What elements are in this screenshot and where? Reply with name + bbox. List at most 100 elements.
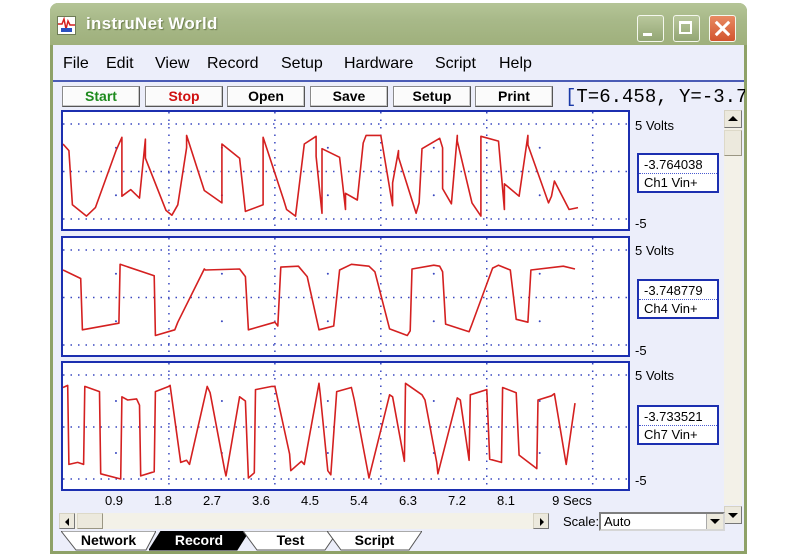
tab-record[interactable]: Record	[149, 531, 249, 551]
plot-ch7[interactable]	[61, 361, 630, 491]
scale-value: Auto	[604, 514, 631, 529]
x-tick: 3.6	[251, 493, 271, 508]
grid-dot	[114, 272, 117, 275]
menu-edit[interactable]: Edit	[106, 55, 134, 73]
scale-dropdown[interactable]: Auto	[599, 512, 725, 531]
grid-dot	[538, 452, 541, 454]
grid-dot	[114, 320, 117, 323]
trace-ch1-vin-	[63, 134, 579, 217]
x-tick: 1.8	[153, 493, 173, 508]
x-tick: 8.1	[496, 493, 516, 508]
scale-dropdown-button[interactable]	[706, 514, 723, 529]
menu-help[interactable]: Help	[499, 55, 532, 73]
x-tick: 5.4	[349, 493, 369, 508]
menu-bar: File Edit View Record Setup Hardware Scr…	[53, 45, 744, 82]
stop-button[interactable]: Stop	[145, 86, 223, 107]
ch7-name: Ch7 Vin+	[644, 427, 698, 442]
chevron-down-icon	[710, 519, 720, 524]
menu-hardware[interactable]: Hardware	[344, 55, 413, 73]
grid-dot	[114, 452, 117, 454]
grid-dot	[326, 452, 329, 454]
tab-test[interactable]: Test	[243, 531, 338, 551]
ch1-value-box[interactable]: -3.764038 Ch1 Vin+	[637, 153, 719, 193]
plot-ch7-canvas[interactable]	[63, 363, 628, 489]
ch7-ymin-label: -5	[635, 473, 647, 488]
tab-script[interactable]: Script	[327, 531, 422, 551]
horizontal-scrollbar[interactable]	[59, 513, 549, 529]
grid-dot	[326, 146, 329, 149]
print-button[interactable]: Print	[475, 86, 553, 107]
horizontal-scroll-thumb[interactable]	[77, 513, 103, 529]
grid-dot	[538, 320, 541, 323]
ch4-value-box[interactable]: -3.748779 Ch4 Vin+	[637, 279, 719, 319]
ch4-value: -3.748779	[644, 283, 703, 298]
ch4-ymax-label: 5 Volts	[635, 243, 675, 258]
menu-record[interactable]: Record	[207, 55, 259, 73]
grid-dot	[432, 194, 435, 197]
x-tick: 7.2	[447, 493, 467, 508]
menu-file[interactable]: File	[63, 55, 89, 73]
divider	[639, 299, 717, 300]
ch1-name: Ch1 Vin+	[644, 175, 698, 190]
scroll-left-button[interactable]	[59, 513, 75, 529]
scroll-right-button[interactable]	[533, 513, 549, 529]
ch4-ymin-label: -5	[635, 343, 647, 358]
grid-dot	[326, 194, 329, 197]
plot-ch4[interactable]	[61, 236, 630, 357]
setup-button[interactable]: Setup	[393, 86, 471, 107]
app-window: instruNet World File Edit View Record Se…	[50, 3, 747, 554]
toolbar: Start Stop Open Save Setup Print [T=6.45…	[53, 83, 745, 111]
grid-dot	[114, 400, 117, 402]
close-button[interactable]	[709, 15, 736, 42]
trace-ch4-vin-	[63, 263, 576, 337]
tab-network[interactable]: Network	[61, 531, 156, 551]
title-bar[interactable]: instruNet World	[50, 3, 747, 45]
grid-dot	[220, 400, 223, 402]
arrow-left-icon	[65, 518, 69, 526]
ch1-ymin-label: -5	[635, 216, 647, 231]
tab-bar: Network Record Test Script	[61, 531, 461, 551]
ch7-value-box[interactable]: -3.733521 Ch7 Vin+	[637, 405, 719, 445]
grid-dot	[432, 400, 435, 402]
ch1-value: -3.764038	[644, 157, 703, 172]
menu-setup[interactable]: Setup	[281, 55, 323, 73]
x-tick: 4.5	[300, 493, 320, 508]
plot-ch4-canvas[interactable]	[63, 238, 628, 355]
app-icon[interactable]	[57, 16, 76, 35]
plot-ch1[interactable]	[61, 110, 630, 231]
arrow-right-icon	[540, 518, 544, 526]
grid-dot	[220, 272, 223, 275]
save-button[interactable]: Save	[310, 86, 388, 107]
ch7-value: -3.733521	[644, 409, 703, 424]
arrow-up-icon	[728, 116, 738, 121]
ch7-ymax-label: 5 Volts	[635, 368, 675, 383]
grid-dot	[326, 400, 329, 402]
ch4-name: Ch4 Vin+	[644, 301, 698, 316]
grid-dot	[538, 194, 541, 197]
grid-dot	[432, 320, 435, 323]
cursor-readout: [T=6.458, Y=-3.7	[565, 85, 745, 109]
ch1-ymax-label: 5 Volts	[635, 118, 675, 133]
x-tick: 0.9	[104, 493, 124, 508]
start-button[interactable]: Start	[62, 86, 140, 107]
menu-script[interactable]: Script	[435, 55, 476, 73]
grid-dot	[326, 320, 329, 323]
grid-dot	[538, 272, 541, 275]
divider	[639, 173, 717, 174]
vertical-scroll-thumb[interactable]	[724, 130, 742, 156]
scroll-down-button[interactable]	[724, 506, 742, 524]
tab-record-label: Record	[174, 532, 224, 548]
plot-ch1-canvas[interactable]	[63, 112, 628, 229]
maximize-button[interactable]	[673, 15, 700, 42]
open-button[interactable]: Open	[227, 86, 305, 107]
cursor-readout-text: T=6.458, Y=-3.7	[576, 86, 745, 108]
vertical-scrollbar[interactable]	[724, 110, 742, 505]
grid-dot	[326, 272, 329, 275]
menu-view[interactable]: View	[155, 55, 189, 73]
scroll-up-button[interactable]	[724, 110, 742, 128]
grid-dot	[538, 146, 541, 149]
tab-script-label: Script	[354, 532, 395, 548]
grid-dot	[432, 272, 435, 275]
minimize-button[interactable]	[637, 15, 664, 42]
x-tick: 2.7	[202, 493, 222, 508]
